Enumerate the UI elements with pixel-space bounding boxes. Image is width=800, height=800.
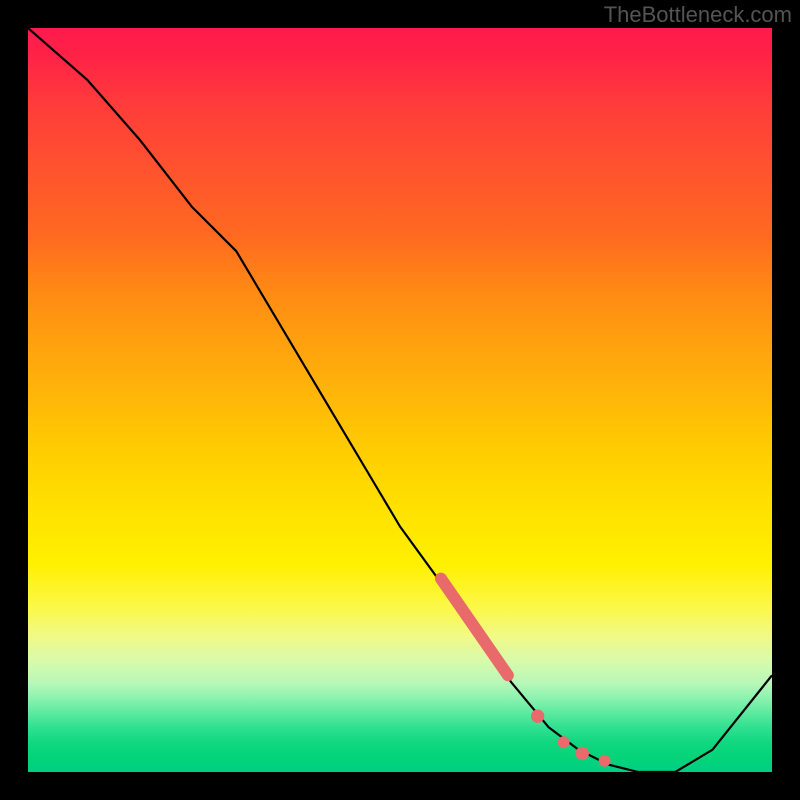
- highlight-segment: [441, 579, 508, 676]
- highlight-dot: [531, 710, 544, 723]
- watermark-text: TheBottleneck.com: [604, 2, 792, 28]
- highlight-dot: [558, 736, 570, 748]
- highlight-dot: [576, 747, 589, 760]
- plot-area: [28, 28, 772, 772]
- highlight-dot: [599, 755, 611, 767]
- curve-layer: [28, 28, 772, 772]
- chart-container: TheBottleneck.com: [0, 0, 800, 800]
- main-curve: [28, 28, 772, 772]
